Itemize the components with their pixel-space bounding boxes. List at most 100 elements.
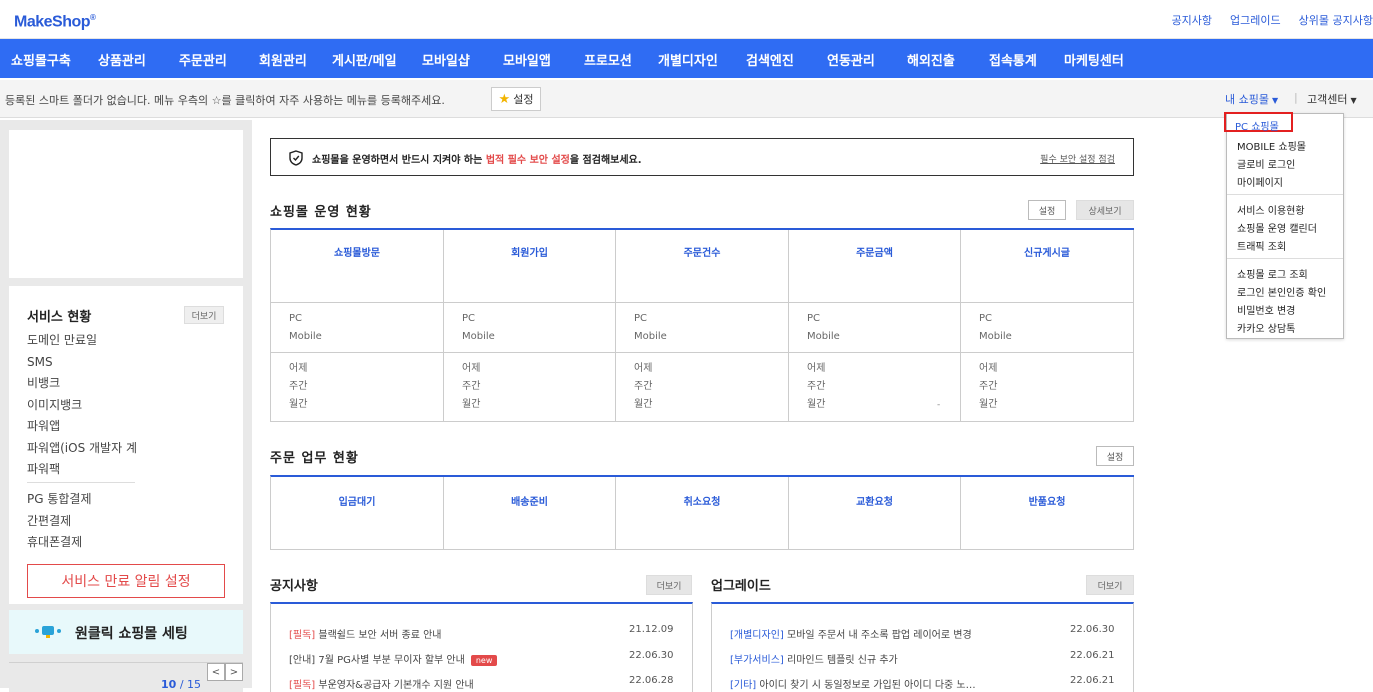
nav-item[interactable]: 해외진출 bbox=[907, 50, 955, 69]
stat-column-posts: 신규게시글 PC Mobile 어제 주간 월간 bbox=[961, 230, 1134, 422]
empty-value: - bbox=[937, 400, 941, 410]
nav-item[interactable]: 회원관리 bbox=[259, 50, 307, 69]
oneclick-setup-banner[interactable]: 원클릭 쇼핑몰 세팅 bbox=[9, 610, 243, 654]
column-header[interactable]: 취소요청 bbox=[616, 493, 788, 508]
nav-item[interactable]: 게시판/메일 bbox=[332, 50, 397, 69]
customer-center-menu[interactable]: 고객센터 ▼ bbox=[1307, 91, 1357, 107]
item-date: 22.06.30 bbox=[629, 650, 674, 661]
dropdown-item[interactable]: 쇼핑몰 로그 조회 bbox=[1237, 266, 1308, 281]
column-header[interactable]: 배송준비 bbox=[444, 493, 615, 508]
column-header[interactable]: 입금대기 bbox=[271, 493, 443, 508]
nav-item[interactable]: 프로모션 bbox=[584, 50, 632, 69]
device-labels: PC Mobile bbox=[289, 313, 322, 342]
notices-list: [필독] 블랙쉴드 보안 서버 종료 안내 21.12.09 [안내] 7월 P… bbox=[270, 602, 693, 692]
service-item[interactable]: 도메인 만료일 bbox=[27, 330, 137, 352]
nav-item[interactable]: 연동관리 bbox=[827, 50, 875, 69]
top-link-parent-notice[interactable]: 상위몰 공지사항 bbox=[1299, 12, 1373, 28]
smart-folder-message: 등록된 스마트 폴더가 없습니다. 메뉴 우측의 ☆를 클릭하여 자주 사용하는… bbox=[5, 94, 445, 107]
stat-column-amount: 주문금액 PC Mobile 어제 주간 월간 - bbox=[789, 230, 961, 422]
service-item[interactable]: 이미지뱅크 bbox=[27, 395, 137, 417]
dropdown-item[interactable]: 마이페이지 bbox=[1237, 174, 1283, 189]
operation-status-title: 쇼핑몰 운영 현황 bbox=[270, 205, 372, 220]
dropdown-item[interactable]: MOBILE 쇼핑몰 bbox=[1237, 138, 1306, 153]
service-more-button[interactable]: 더보기 bbox=[184, 306, 224, 324]
stat-column-visits: 쇼핑몰방문 PC Mobile 어제 주간 월간 bbox=[271, 230, 444, 422]
sidebar: 서비스 현황 더보기 도메인 만료일 SMS 비뱅크 이미지뱅크 파워앱 파워앱… bbox=[0, 120, 252, 692]
service-item[interactable]: 파워팩 bbox=[27, 459, 137, 481]
dropdown-item[interactable]: 비밀번호 변경 bbox=[1237, 302, 1295, 317]
service-item[interactable]: PG 통합결제 bbox=[27, 489, 92, 511]
column-header: 신규게시글 bbox=[1024, 248, 1070, 259]
column-header: 주문건수 bbox=[683, 248, 721, 259]
nav-item[interactable]: 모바일앱 bbox=[503, 50, 551, 69]
column-header[interactable]: 반품요청 bbox=[961, 493, 1133, 508]
dropdown-item[interactable]: 트래픽 조회 bbox=[1237, 238, 1286, 253]
dropdown-item-pc-shop[interactable]: PC 쇼핑몰 bbox=[1224, 112, 1293, 133]
list-item[interactable]: [필독] 부운영자&공급자 기본개수 지원 안내 bbox=[289, 676, 474, 691]
top-bar: MakeShop® 공지사항 업그레이드 상위몰 공지사항 bbox=[0, 0, 1373, 39]
service-divider bbox=[27, 482, 135, 483]
operation-setting-button[interactable]: 설정 bbox=[1028, 200, 1066, 220]
top-link-upgrade[interactable]: 업그레이드 bbox=[1230, 12, 1281, 28]
security-notice-message: 쇼핑몰을 운영하면서 반드시 지켜야 하는 법적 필수 보안 설정을 점검해보세… bbox=[312, 155, 642, 166]
notices-title: 공지사항 bbox=[270, 579, 318, 594]
nav-item[interactable]: 모바일샵 bbox=[422, 50, 470, 69]
list-item[interactable]: [기타] 아이디 찾기 시 동일정보로 가입된 아이디 다중 노… bbox=[730, 676, 976, 691]
security-check-link[interactable]: 필수 보안 설정 점검 bbox=[1040, 152, 1115, 165]
service-item[interactable]: 파워앱(iOS 개발자 계정) bbox=[27, 438, 137, 460]
column-header[interactable]: 교환요청 bbox=[789, 493, 960, 508]
upgrades-more-button[interactable]: 더보기 bbox=[1086, 575, 1134, 595]
main-nav: 쇼핑몰구축 상품관리 주문관리 회원관리 게시판/메일 모바일샵 모바일앱 프로… bbox=[0, 39, 1373, 78]
operation-detail-button[interactable]: 상세보기 bbox=[1076, 200, 1134, 220]
star-icon: ★ bbox=[498, 91, 511, 107]
stat-column-orders: 주문건수 PC Mobile 어제 주간 월간 bbox=[616, 230, 789, 422]
shield-icon bbox=[289, 150, 303, 166]
dropdown-item[interactable]: 서비스 이용현황 bbox=[1237, 202, 1305, 217]
dropdown-item[interactable]: 쇼핑몰 운영 캘린더 bbox=[1237, 220, 1317, 235]
list-item[interactable]: [개별디자인] 모바일 주문서 내 주소록 팝업 레이어로 변경 bbox=[730, 626, 972, 641]
order-column: 교환요청 bbox=[789, 477, 961, 550]
device-labels: PC Mobile bbox=[979, 313, 1012, 342]
upgrades-title: 업그레이드 bbox=[711, 579, 771, 594]
dropdown-item[interactable]: 카카오 상담톡 bbox=[1237, 320, 1295, 335]
caret-down-icon: ▼ bbox=[1271, 96, 1279, 105]
list-item[interactable]: [안내] 7월 PG사별 부분 무이자 할부 안내 new bbox=[289, 651, 498, 666]
my-shop-menu[interactable]: 내 쇼핑몰 ▼ bbox=[1225, 91, 1278, 107]
nav-item[interactable]: 상품관리 bbox=[98, 50, 146, 69]
list-item[interactable]: [필독] 블랙쉴드 보안 서버 종료 안내 bbox=[289, 626, 442, 641]
nav-item[interactable]: 마케팅센터 bbox=[1064, 50, 1124, 69]
makeshop-logo[interactable]: MakeShop® bbox=[14, 13, 96, 31]
service-item[interactable]: 간편결제 bbox=[27, 511, 92, 533]
prev-arrow-icon[interactable]: < bbox=[207, 663, 225, 681]
security-notice-bar: 쇼핑몰을 운영하면서 반드시 지켜야 하는 법적 필수 보안 설정을 점검해보세… bbox=[270, 138, 1134, 176]
nav-item[interactable]: 쇼핑몰구축 bbox=[11, 50, 71, 69]
period-labels: 어제 주간 월간 bbox=[634, 363, 653, 410]
order-status-title: 주문 업무 현황 bbox=[270, 451, 359, 466]
top-link-notice[interactable]: 공지사항 bbox=[1172, 12, 1212, 28]
service-item[interactable]: SMS bbox=[27, 352, 137, 374]
dropdown-item[interactable]: 글로비 로그인 bbox=[1237, 156, 1295, 171]
service-list: 도메인 만료일 SMS 비뱅크 이미지뱅크 파워앱 파워앱(iOS 개발자 계정… bbox=[27, 330, 137, 481]
nav-item[interactable]: 접속통계 bbox=[989, 50, 1037, 69]
list-item[interactable]: [부가서비스] 리마인드 템플릿 신규 추가 bbox=[730, 651, 898, 666]
main-content: 쇼핑몰을 운영하면서 반드시 지켜야 하는 법적 필수 보안 설정을 점검해보세… bbox=[252, 120, 1373, 692]
expiry-alarm-setting-button[interactable]: 서비스 만료 알림 설정 bbox=[27, 564, 225, 598]
dropdown-divider bbox=[1227, 258, 1343, 259]
service-item[interactable]: 비뱅크 bbox=[27, 373, 137, 395]
nav-item[interactable]: 주문관리 bbox=[179, 50, 227, 69]
service-item[interactable]: 휴대폰결제 bbox=[27, 532, 92, 554]
favorite-setting-button[interactable]: ★ 설정 bbox=[491, 87, 541, 111]
nav-item[interactable]: 개별디자인 bbox=[658, 50, 718, 69]
order-setting-button[interactable]: 설정 bbox=[1096, 446, 1134, 466]
dropdown-item[interactable]: 로그인 본인인증 확인 bbox=[1237, 284, 1326, 299]
nav-item[interactable]: 검색엔진 bbox=[746, 50, 794, 69]
upgrades-list: [개별디자인] 모바일 주문서 내 주소록 팝업 레이어로 변경 22.06.3… bbox=[711, 602, 1134, 692]
service-item[interactable]: 파워앱 bbox=[27, 416, 137, 438]
smart-folder-bar: 등록된 스마트 폴더가 없습니다. 메뉴 우측의 ☆를 클릭하여 자주 사용하는… bbox=[0, 80, 1373, 118]
period-labels: 어제 주간 월간 bbox=[462, 363, 481, 410]
my-shop-dropdown: PC 쇼핑몰 MOBILE 쇼핑몰 글로비 로그인 마이페이지 서비스 이용현황… bbox=[1224, 112, 1344, 339]
period-labels: 어제 주간 월간 bbox=[979, 363, 998, 410]
oneclick-label: 원클릭 쇼핑몰 세팅 bbox=[75, 626, 188, 642]
notices-more-button[interactable]: 더보기 bbox=[646, 575, 692, 595]
next-arrow-icon[interactable]: > bbox=[225, 663, 243, 681]
